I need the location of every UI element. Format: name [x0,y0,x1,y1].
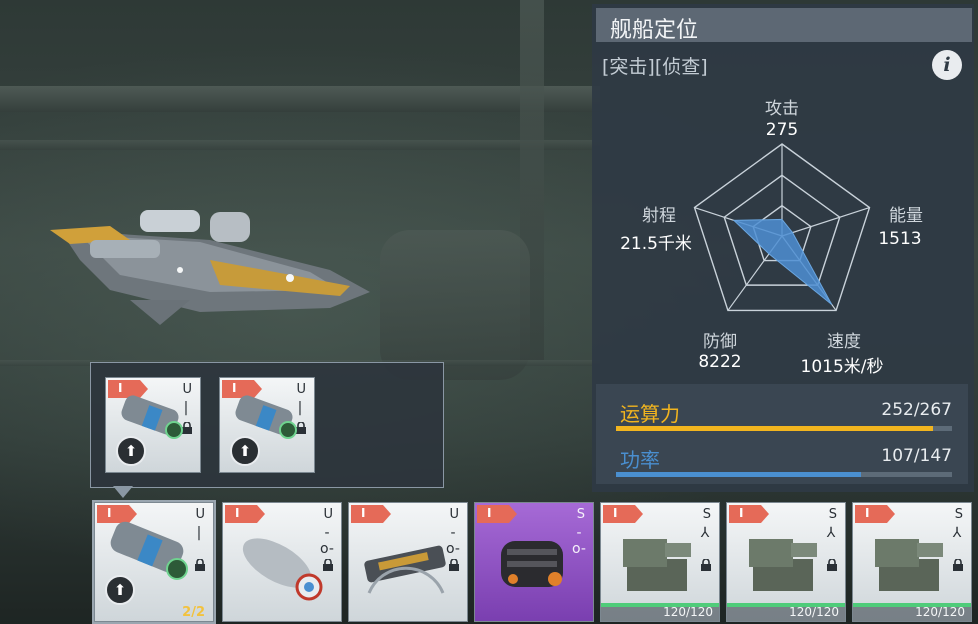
slot-glyph: ⅄ [826,525,836,541]
cannon-module-art [364,545,446,594]
slot-glyph: ⅄ [952,525,962,541]
stat-defense-value: 8222 [698,352,742,372]
hangar-beam [0,140,600,150]
turbine-module-art [242,538,323,601]
slot-type-label: S [954,507,963,522]
slot-type-label: S [702,507,711,522]
power-value: 107/147 [881,446,952,466]
popup-pointer [113,486,133,498]
slot-type-label: U [449,507,459,522]
tier-badge: I [477,505,517,523]
tier-badge: I [351,505,391,523]
tier-badge: I [225,505,265,523]
slot-glyph: | [196,525,202,541]
stat-energy-value: 1513 [878,229,922,249]
module-hp-bar: 120/120 [601,603,719,621]
module-card-engine[interactable]: I U | ⬆ 2/2 [92,500,216,624]
popup-module-card[interactable]: I U | ⬆ [219,377,315,473]
upgrade-arrow-icon[interactable]: ⬆ [116,436,146,466]
lock-icon [827,559,837,571]
ship-role-panel: 舰船定位 [突击][侦查] i 攻击 275 能量 1513 速度 1015米/… [592,4,974,492]
stat-attack-value: 275 [765,120,799,140]
module-card-turret[interactable]: I S ⅄ 120/120 [726,502,846,622]
stat-speed-value: 1015米/秒 [800,357,884,377]
stat-range-label: 射程 [642,206,676,226]
reactor-cylinder [380,230,530,380]
tier-badge: I [603,505,643,523]
compute-label: 运算力 [620,402,680,426]
stat-speed-label: 速度 [827,332,861,352]
turret-module-art [749,539,817,591]
hangar-beam [0,86,600,112]
radar-stat-shape [732,218,833,305]
module-hp-text: 120/120 [789,605,839,619]
resource-box: 运算力 252/267 功率 107/147 [596,384,968,484]
compute-value: 252/267 [881,400,952,420]
upgrade-arrow-icon[interactable]: ⬆ [230,436,260,466]
module-card-turbine[interactable]: I U -o- [222,502,342,622]
popup-module-card[interactable]: I U | ⬆ [105,377,201,473]
slot-type-label: S [576,507,585,522]
turret-module-art [875,539,943,591]
module-card-reactor[interactable]: I S -o- [474,502,594,622]
turret-module-art [623,539,691,591]
stat-defense-label: 防御 [703,332,737,352]
spaceship-model[interactable] [50,200,380,330]
module-hp-bar: 120/120 [727,603,845,621]
stat-attack-label: 攻击 [765,99,799,119]
module-card-turret[interactable]: I S ⅄ 120/120 [852,502,972,622]
module-card-cannon[interactable]: I U -o- [348,502,468,622]
slot-type-label: U [195,507,205,522]
module-hp-bar: 120/120 [853,603,971,621]
power-bar-fill [616,472,861,477]
reactor-module-art [501,541,563,587]
slot-type-label: U [323,507,333,522]
tier-badge: I [855,505,895,523]
slot-glyph: ⅄ [700,525,710,541]
stat-energy-label: 能量 [889,206,923,226]
lock-icon [195,559,205,571]
module-hp-text: 120/120 [663,605,713,619]
module-hp-text: 120/120 [915,605,965,619]
lock-icon [701,559,711,571]
slot-type-label: S [828,507,837,522]
stat-range-value: 21.5千米 [620,234,692,254]
upgrade-arrow-icon[interactable]: ⬆ [105,575,135,605]
tier-badge: I [729,505,769,523]
compute-bar-fill [616,426,934,431]
power-label: 功率 [620,448,660,472]
module-upgrade-popup: I U | ⬆ I U | ⬆ [90,362,444,488]
compute-bar [616,426,952,431]
lock-icon [953,559,963,571]
module-count: 2/2 [182,605,205,620]
module-card-turret[interactable]: I S ⅄ 120/120 [600,502,720,622]
power-bar [616,472,952,477]
